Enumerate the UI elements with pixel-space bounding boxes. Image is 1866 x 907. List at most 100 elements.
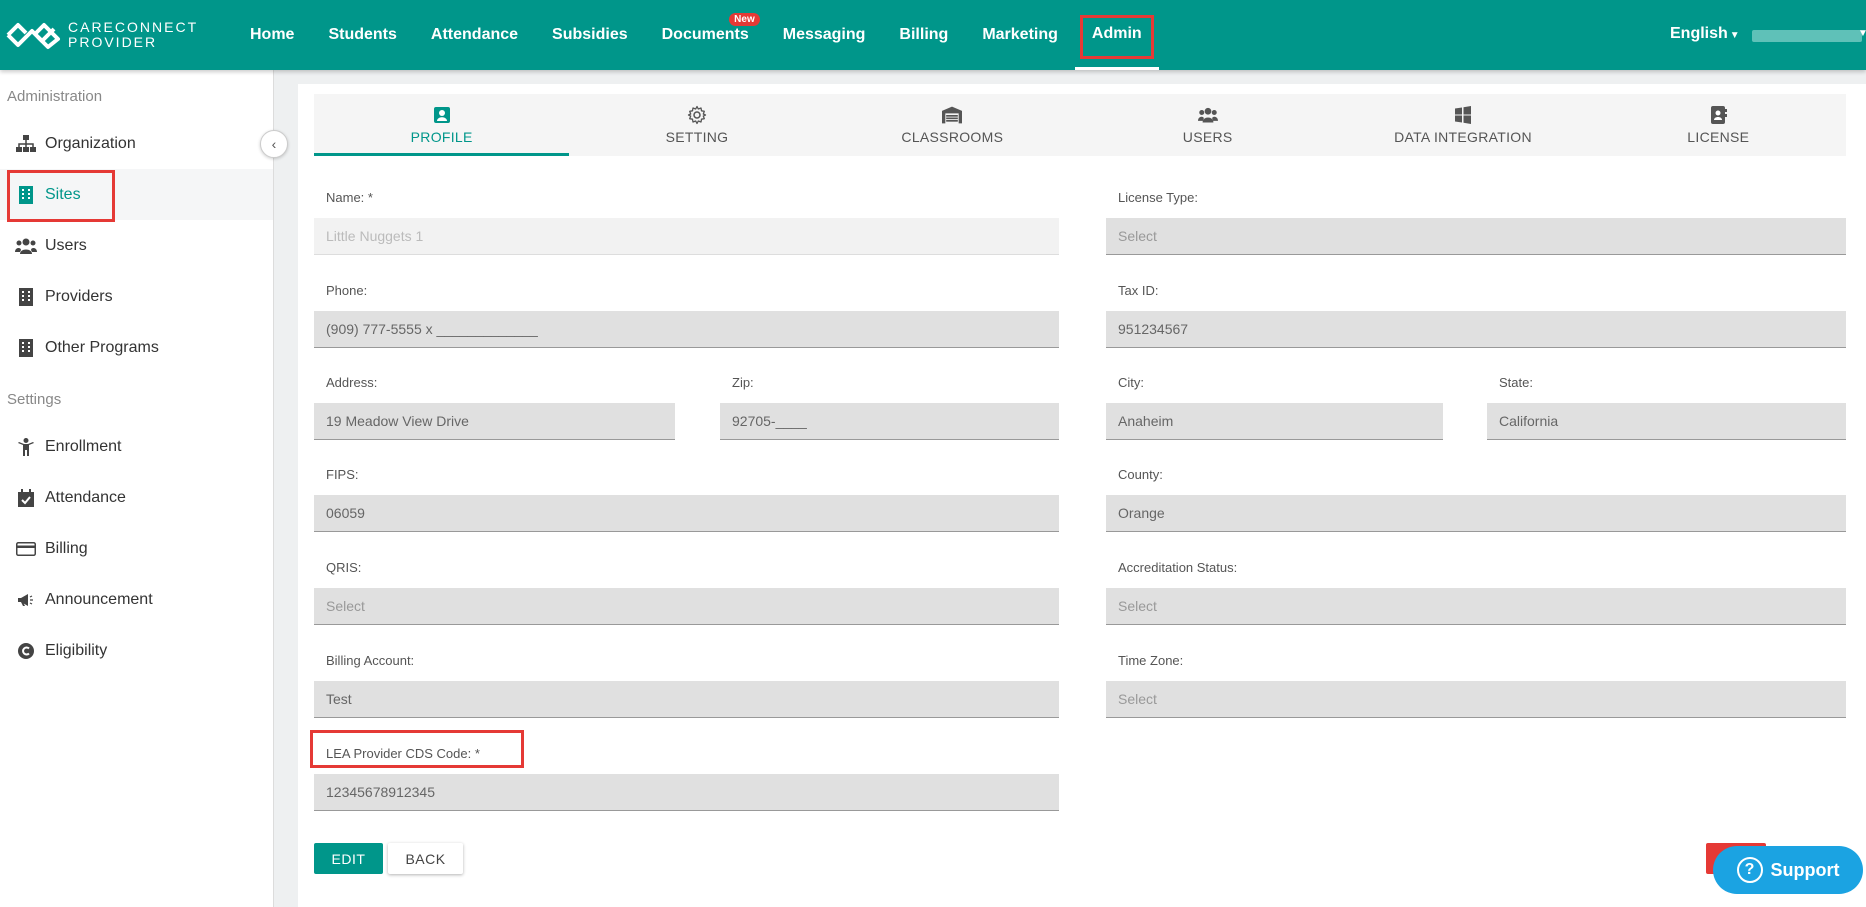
building-icon [15, 287, 37, 306]
sidebar-label: Billing [45, 539, 88, 557]
nav-documents-label: Documents [661, 26, 749, 43]
sidebar-label: Other Programs [45, 338, 159, 356]
tax-id-field[interactable] [1106, 311, 1846, 348]
license-type-select[interactable] [1106, 218, 1846, 255]
collapse-sidebar-button[interactable]: ‹ [260, 130, 288, 158]
profile-card-icon [433, 107, 450, 123]
phone-field[interactable] [314, 311, 1059, 348]
sidebar-label: Enrollment [45, 437, 122, 455]
site-tabs: PROFILE SETTING CLASSROOMS USERS DATA IN… [314, 94, 1846, 156]
nav-billing[interactable]: Billing [882, 0, 965, 70]
accreditation-select[interactable] [1106, 588, 1846, 625]
nav-subsidies[interactable]: Subsidies [535, 0, 645, 70]
billing-account-field[interactable] [314, 681, 1059, 718]
nav-messaging[interactable]: Messaging [766, 0, 883, 70]
sidebar-label: Eligibility [45, 641, 108, 659]
sidebar-label: Users [45, 236, 87, 254]
tab-data-integration[interactable]: DATA INTEGRATION [1335, 94, 1590, 156]
sidebar: Administration Organization Sites Users … [0, 70, 274, 907]
language-selector[interactable]: English ▼ [1670, 25, 1740, 43]
tab-label: LICENSE [1687, 129, 1750, 145]
gear-icon [687, 105, 707, 125]
license-type-label: License Type: [1118, 190, 1198, 205]
qris-label: QRIS: [326, 560, 362, 575]
nav-marketing[interactable]: Marketing [965, 0, 1075, 70]
warehouse-icon [942, 106, 963, 124]
nav-students[interactable]: Students [311, 0, 413, 70]
sidebar-label: Organization [45, 134, 136, 152]
question-icon: ? [1736, 857, 1763, 883]
building-icon [15, 338, 37, 357]
state-label: State: [1499, 375, 1533, 390]
sidebar-item-eligibility[interactable]: Eligibility [0, 625, 273, 676]
sidebar-item-sites[interactable]: Sites [0, 169, 273, 222]
nav-attendance[interactable]: Attendance [414, 0, 535, 70]
user-menu[interactable] [1752, 30, 1862, 42]
tab-profile[interactable]: PROFILE [314, 94, 570, 156]
back-button[interactable]: BACK [388, 843, 463, 874]
accreditation-label: Accreditation Status: [1118, 560, 1238, 575]
tab-label: USERS [1182, 129, 1233, 145]
sidebar-item-users[interactable]: Users [0, 220, 273, 271]
tab-setting[interactable]: SETTING [569, 94, 824, 156]
nav-admin[interactable]: Admin [1074, 0, 1159, 70]
support-label: Support [1770, 859, 1840, 880]
tab-license[interactable]: LICENSE [1591, 94, 1846, 156]
tax-id-label: Tax ID: [1118, 283, 1159, 298]
tab-users[interactable]: USERS [1080, 94, 1335, 156]
tab-classrooms[interactable]: CLASSROOMS [825, 94, 1080, 156]
brand-line2: PROVIDER [68, 34, 158, 50]
lea-code-field[interactable] [314, 774, 1059, 811]
credit-card-icon [15, 541, 37, 556]
zip-label: Zip: [732, 375, 754, 390]
megaphone-icon [15, 593, 37, 607]
sidebar-label: Providers [45, 287, 113, 305]
brand-line1: CARECONNECT [68, 19, 199, 35]
name-field[interactable] [314, 218, 1059, 255]
sidebar-item-other-programs[interactable]: Other Programs [0, 322, 273, 373]
billing-account-label: Billing Account: [326, 653, 415, 668]
time-zone-select[interactable] [1106, 681, 1846, 718]
county-field[interactable] [1106, 495, 1846, 532]
fips-field[interactable] [314, 495, 1059, 532]
building-icon [15, 185, 37, 204]
sidebar-item-attendance[interactable]: Attendance [0, 472, 273, 523]
logo[interactable]: CARECONNECT PROVIDER [0, 20, 225, 50]
sidebar-header-administration: Administration [7, 88, 103, 105]
sidebar-item-announcement[interactable]: Announcement [0, 574, 273, 625]
sidebar-label: Sites [45, 185, 81, 203]
edit-button[interactable]: EDIT [314, 843, 383, 874]
address-book-icon [1711, 106, 1728, 124]
state-field[interactable] [1487, 403, 1846, 440]
language-label: English [1670, 25, 1728, 42]
city-label: City: [1118, 375, 1144, 390]
sidebar-label: Announcement [45, 590, 153, 608]
sidebar-header-settings: Settings [7, 391, 62, 408]
support-button[interactable]: ? Support [1713, 846, 1863, 894]
user-caret-icon: ▼ [1858, 28, 1866, 39]
address-label: Address: [326, 375, 378, 390]
sidebar-item-providers[interactable]: Providers [0, 271, 273, 322]
zip-field[interactable] [720, 403, 1059, 440]
new-badge: New [729, 13, 760, 26]
address-field[interactable] [314, 403, 675, 440]
city-field[interactable] [1106, 403, 1443, 440]
time-zone-label: Time Zone: [1118, 653, 1184, 668]
nav-documents[interactable]: Documents New [645, 0, 766, 70]
sidebar-item-organization[interactable]: Organization [0, 118, 273, 169]
users-icon [15, 238, 37, 254]
tab-label: CLASSROOMS [901, 129, 1004, 145]
careconnect-logo-icon [6, 23, 60, 49]
phone-label: Phone: [326, 283, 368, 298]
main-panel: PROFILE SETTING CLASSROOMS USERS DATA IN… [298, 84, 1866, 907]
sidebar-item-billing[interactable]: Billing [0, 523, 273, 574]
tab-label: DATA INTEGRATION [1394, 129, 1532, 145]
nav-home[interactable]: Home [233, 0, 311, 70]
qris-select[interactable] [314, 588, 1059, 625]
tab-label: SETTING [665, 129, 729, 145]
main-nav: Home Students Attendance Subsidies Docum… [233, 0, 1159, 70]
sidebar-item-enrollment[interactable]: Enrollment [0, 421, 273, 472]
calendar-check-icon [15, 488, 37, 507]
copyright-icon [15, 642, 37, 659]
windows-icon [1454, 106, 1471, 124]
